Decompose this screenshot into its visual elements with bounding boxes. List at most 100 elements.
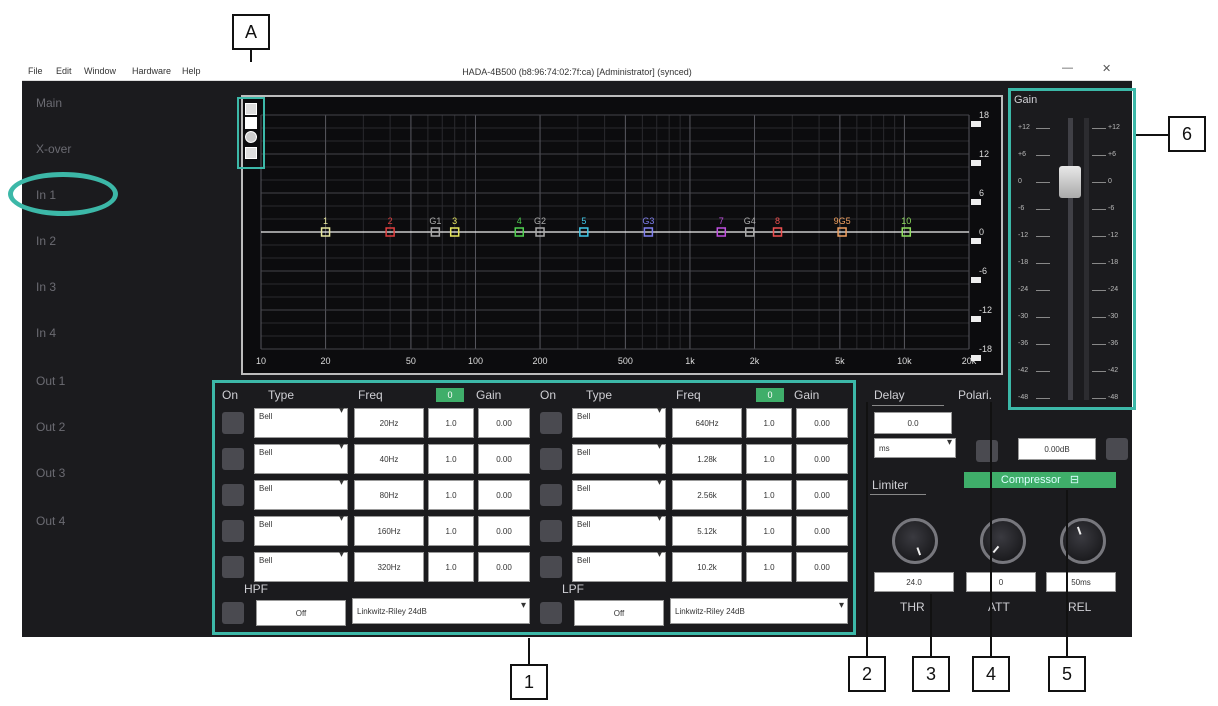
- band-q-field[interactable]: 1.0: [746, 516, 792, 546]
- band-gain-field[interactable]: 0.00: [478, 408, 530, 438]
- gain-scale-tick-left: [1036, 182, 1050, 183]
- band-on-toggle[interactable]: [222, 520, 244, 542]
- band-freq-field[interactable]: 40Hz: [354, 444, 424, 474]
- band-type-label: Bell: [259, 520, 273, 529]
- hpf-filter-dropdown[interactable]: Linkwitz-Riley 24dB: [352, 593, 530, 624]
- band-type-dropdown[interactable]: Bell: [572, 547, 666, 582]
- sidebar-item-in2[interactable]: In 2: [36, 234, 56, 248]
- band-type-dropdown[interactable]: Bell: [572, 403, 666, 438]
- band-type-dropdown[interactable]: Bell: [254, 403, 348, 438]
- hpf-freq-field[interactable]: Off: [256, 600, 346, 626]
- band-on-toggle[interactable]: [222, 484, 244, 506]
- band-gain-field[interactable]: 0.00: [478, 516, 530, 546]
- band-gain-field[interactable]: 0.00: [478, 480, 530, 510]
- gain-scale-tick-right: [1092, 290, 1106, 291]
- band-gain-field[interactable]: 0.00: [796, 516, 848, 546]
- band-q-field[interactable]: 1.0: [746, 552, 792, 582]
- band-type-dropdown[interactable]: Bell: [254, 511, 348, 546]
- eq-toggle-left[interactable]: 0: [436, 388, 464, 402]
- eq-toggle-right[interactable]: 0: [756, 388, 784, 402]
- gain-scale-label-left: -30: [1018, 313, 1029, 320]
- band-freq-field[interactable]: 5.12k: [672, 516, 742, 546]
- output-gain-field[interactable]: 0.00dB: [1018, 438, 1096, 460]
- band-freq-field[interactable]: 20Hz: [354, 408, 424, 438]
- band-gain-field[interactable]: 0.00: [478, 552, 530, 582]
- band-q-field[interactable]: 1.0: [428, 516, 474, 546]
- delay-unit-dropdown[interactable]: ms: [874, 433, 956, 458]
- band-type-dropdown[interactable]: Bell: [572, 475, 666, 510]
- mute-toggle[interactable]: [1106, 438, 1128, 460]
- sidebar-item-xover[interactable]: X-over: [36, 142, 71, 156]
- rel-value-field[interactable]: 50ms: [1046, 572, 1116, 592]
- thr-label: THR: [900, 600, 925, 614]
- sidebar-item-in3[interactable]: In 3: [36, 280, 56, 294]
- sidebar-item-out4[interactable]: Out 4: [36, 514, 65, 528]
- band-gain-field[interactable]: 0.00: [796, 552, 848, 582]
- compressor-tab[interactable]: Compressor ⊟: [964, 472, 1116, 488]
- band-q-field[interactable]: 1.0: [428, 408, 474, 438]
- sidebar-item-out1[interactable]: Out 1: [36, 374, 65, 388]
- band-freq-field[interactable]: 320Hz: [354, 552, 424, 582]
- band-type-dropdown[interactable]: Bell: [572, 511, 666, 546]
- polarity-toggle[interactable]: [976, 440, 998, 462]
- band-type-dropdown[interactable]: Bell: [254, 475, 348, 510]
- band-on-toggle[interactable]: [540, 520, 562, 542]
- band-q-field[interactable]: 1.0: [428, 444, 474, 474]
- thr-value-field[interactable]: 24.0: [874, 572, 954, 592]
- band-on-toggle[interactable]: [540, 412, 562, 434]
- gain-fader-thumb[interactable]: [1059, 166, 1081, 198]
- band-on-toggle[interactable]: [222, 412, 244, 434]
- fit-icon[interactable]: [245, 117, 257, 129]
- band-gain-field[interactable]: 0.00: [478, 444, 530, 474]
- y-tick-handle: [971, 199, 981, 205]
- band-freq-field[interactable]: 640Hz: [672, 408, 742, 438]
- sidebar-item-out3[interactable]: Out 3: [36, 466, 65, 480]
- band-freq-field[interactable]: 2.56k: [672, 480, 742, 510]
- delay-value-field[interactable]: 0.0: [874, 412, 952, 434]
- band-q-field[interactable]: 1.0: [746, 408, 792, 438]
- band-on-toggle[interactable]: [222, 556, 244, 578]
- band-q-field[interactable]: 1.0: [746, 444, 792, 474]
- lpf-filter-dropdown[interactable]: Linkwitz-Riley 24dB: [670, 593, 848, 624]
- gain-scale-tick-right: [1092, 371, 1106, 372]
- zoom-icon[interactable]: [245, 131, 257, 143]
- att-value-field[interactable]: 0: [966, 572, 1036, 592]
- band-freq-field[interactable]: 160Hz: [354, 516, 424, 546]
- band-freq-field[interactable]: 1.28k: [672, 444, 742, 474]
- band-on-toggle[interactable]: [540, 556, 562, 578]
- band-type-dropdown[interactable]: Bell: [572, 439, 666, 474]
- x-tick-label: 100: [468, 356, 483, 366]
- band-q-field[interactable]: 1.0: [428, 480, 474, 510]
- lpf-freq-field[interactable]: Off: [574, 600, 664, 626]
- thr-knob[interactable]: [892, 518, 938, 564]
- gain-scale-label-right: -48: [1108, 394, 1119, 401]
- info-icon[interactable]: [245, 147, 257, 159]
- gain-scale-tick-right: [1092, 209, 1106, 210]
- gain-scale-tick-right: [1092, 344, 1106, 345]
- att-knob[interactable]: [980, 518, 1026, 564]
- band-gain-field[interactable]: 0.00: [796, 444, 848, 474]
- minimize-button[interactable]: —: [1062, 62, 1073, 74]
- band-q-field[interactable]: 1.0: [428, 552, 474, 582]
- band-q-field[interactable]: 1.0: [746, 480, 792, 510]
- band-on-toggle[interactable]: [222, 448, 244, 470]
- band-type-dropdown[interactable]: Bell: [254, 547, 348, 582]
- band-gain-field[interactable]: 0.00: [796, 480, 848, 510]
- gain-fader-track[interactable]: [1068, 118, 1073, 400]
- lpf-on-toggle[interactable]: [540, 602, 562, 624]
- band-freq-field[interactable]: 10.2k: [672, 552, 742, 582]
- sidebar-item-in4[interactable]: In 4: [36, 326, 56, 340]
- band-type-dropdown[interactable]: Bell: [254, 439, 348, 474]
- band-on-toggle[interactable]: [540, 484, 562, 506]
- band-freq-field[interactable]: 80Hz: [354, 480, 424, 510]
- gain-scale-tick-right: [1092, 263, 1106, 264]
- hpf-on-toggle[interactable]: [222, 602, 244, 624]
- sidebar-item-out2[interactable]: Out 2: [36, 420, 65, 434]
- sidebar-item-main[interactable]: Main: [36, 96, 62, 110]
- band-on-toggle[interactable]: [540, 448, 562, 470]
- eq-header-type-left: Type: [268, 388, 295, 402]
- band-gain-field[interactable]: 0.00: [796, 408, 848, 438]
- cursor-icon[interactable]: [245, 103, 257, 115]
- close-button[interactable]: ✕: [1102, 62, 1111, 75]
- eq-graph[interactable]: 10 20 50 100 200 500 1k 2k 5k 10k 20k 18 12 6 0 -6 -12 -1…: [241, 95, 1003, 375]
